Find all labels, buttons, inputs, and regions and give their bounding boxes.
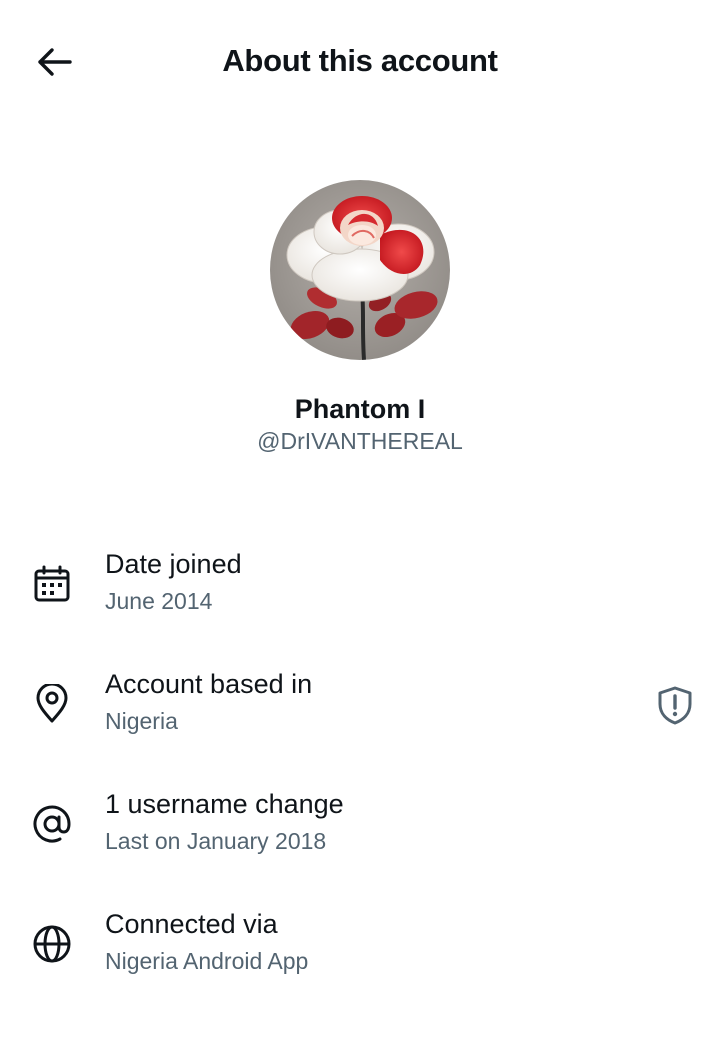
username-change-value: Last on January 2018: [105, 828, 327, 854]
info-row-account-based: Account based in Nigeria: [0, 662, 720, 782]
page-title: About this account: [222, 43, 498, 78]
account-based-label: Account based in: [105, 669, 313, 699]
header-bar: About this account: [0, 0, 720, 122]
display-name: Phantom I: [294, 394, 426, 424]
connected-via-value: Nigeria Android App: [105, 948, 309, 974]
connected-via-label: Connected via: [105, 909, 278, 939]
calendar-icon: [30, 562, 74, 606]
rose-avatar-image: [270, 180, 450, 360]
info-row-username-change: 1 username change Last on January 2018: [0, 782, 720, 902]
profile-section: Phantom I @DrIVANTHEREAL: [0, 180, 720, 456]
at-sign-icon: [30, 802, 74, 846]
account-info-list: Date joined June 2014 Account based in N…: [0, 542, 720, 1022]
globe-icon: [30, 922, 74, 966]
info-row-date-joined: Date joined June 2014: [0, 542, 720, 662]
avatar[interactable]: [270, 180, 450, 360]
username-handle: @DrIVANTHEREAL: [257, 428, 463, 454]
date-joined-value: June 2014: [105, 588, 213, 614]
location-pin-icon: [30, 682, 74, 726]
account-based-value: Nigeria: [105, 708, 178, 734]
info-row-connected-via: Connected via Nigeria Android App: [0, 902, 720, 1022]
username-change-label: 1 username change: [105, 789, 344, 819]
shield-alert-icon[interactable]: [652, 682, 698, 728]
date-joined-label: Date joined: [105, 549, 242, 579]
